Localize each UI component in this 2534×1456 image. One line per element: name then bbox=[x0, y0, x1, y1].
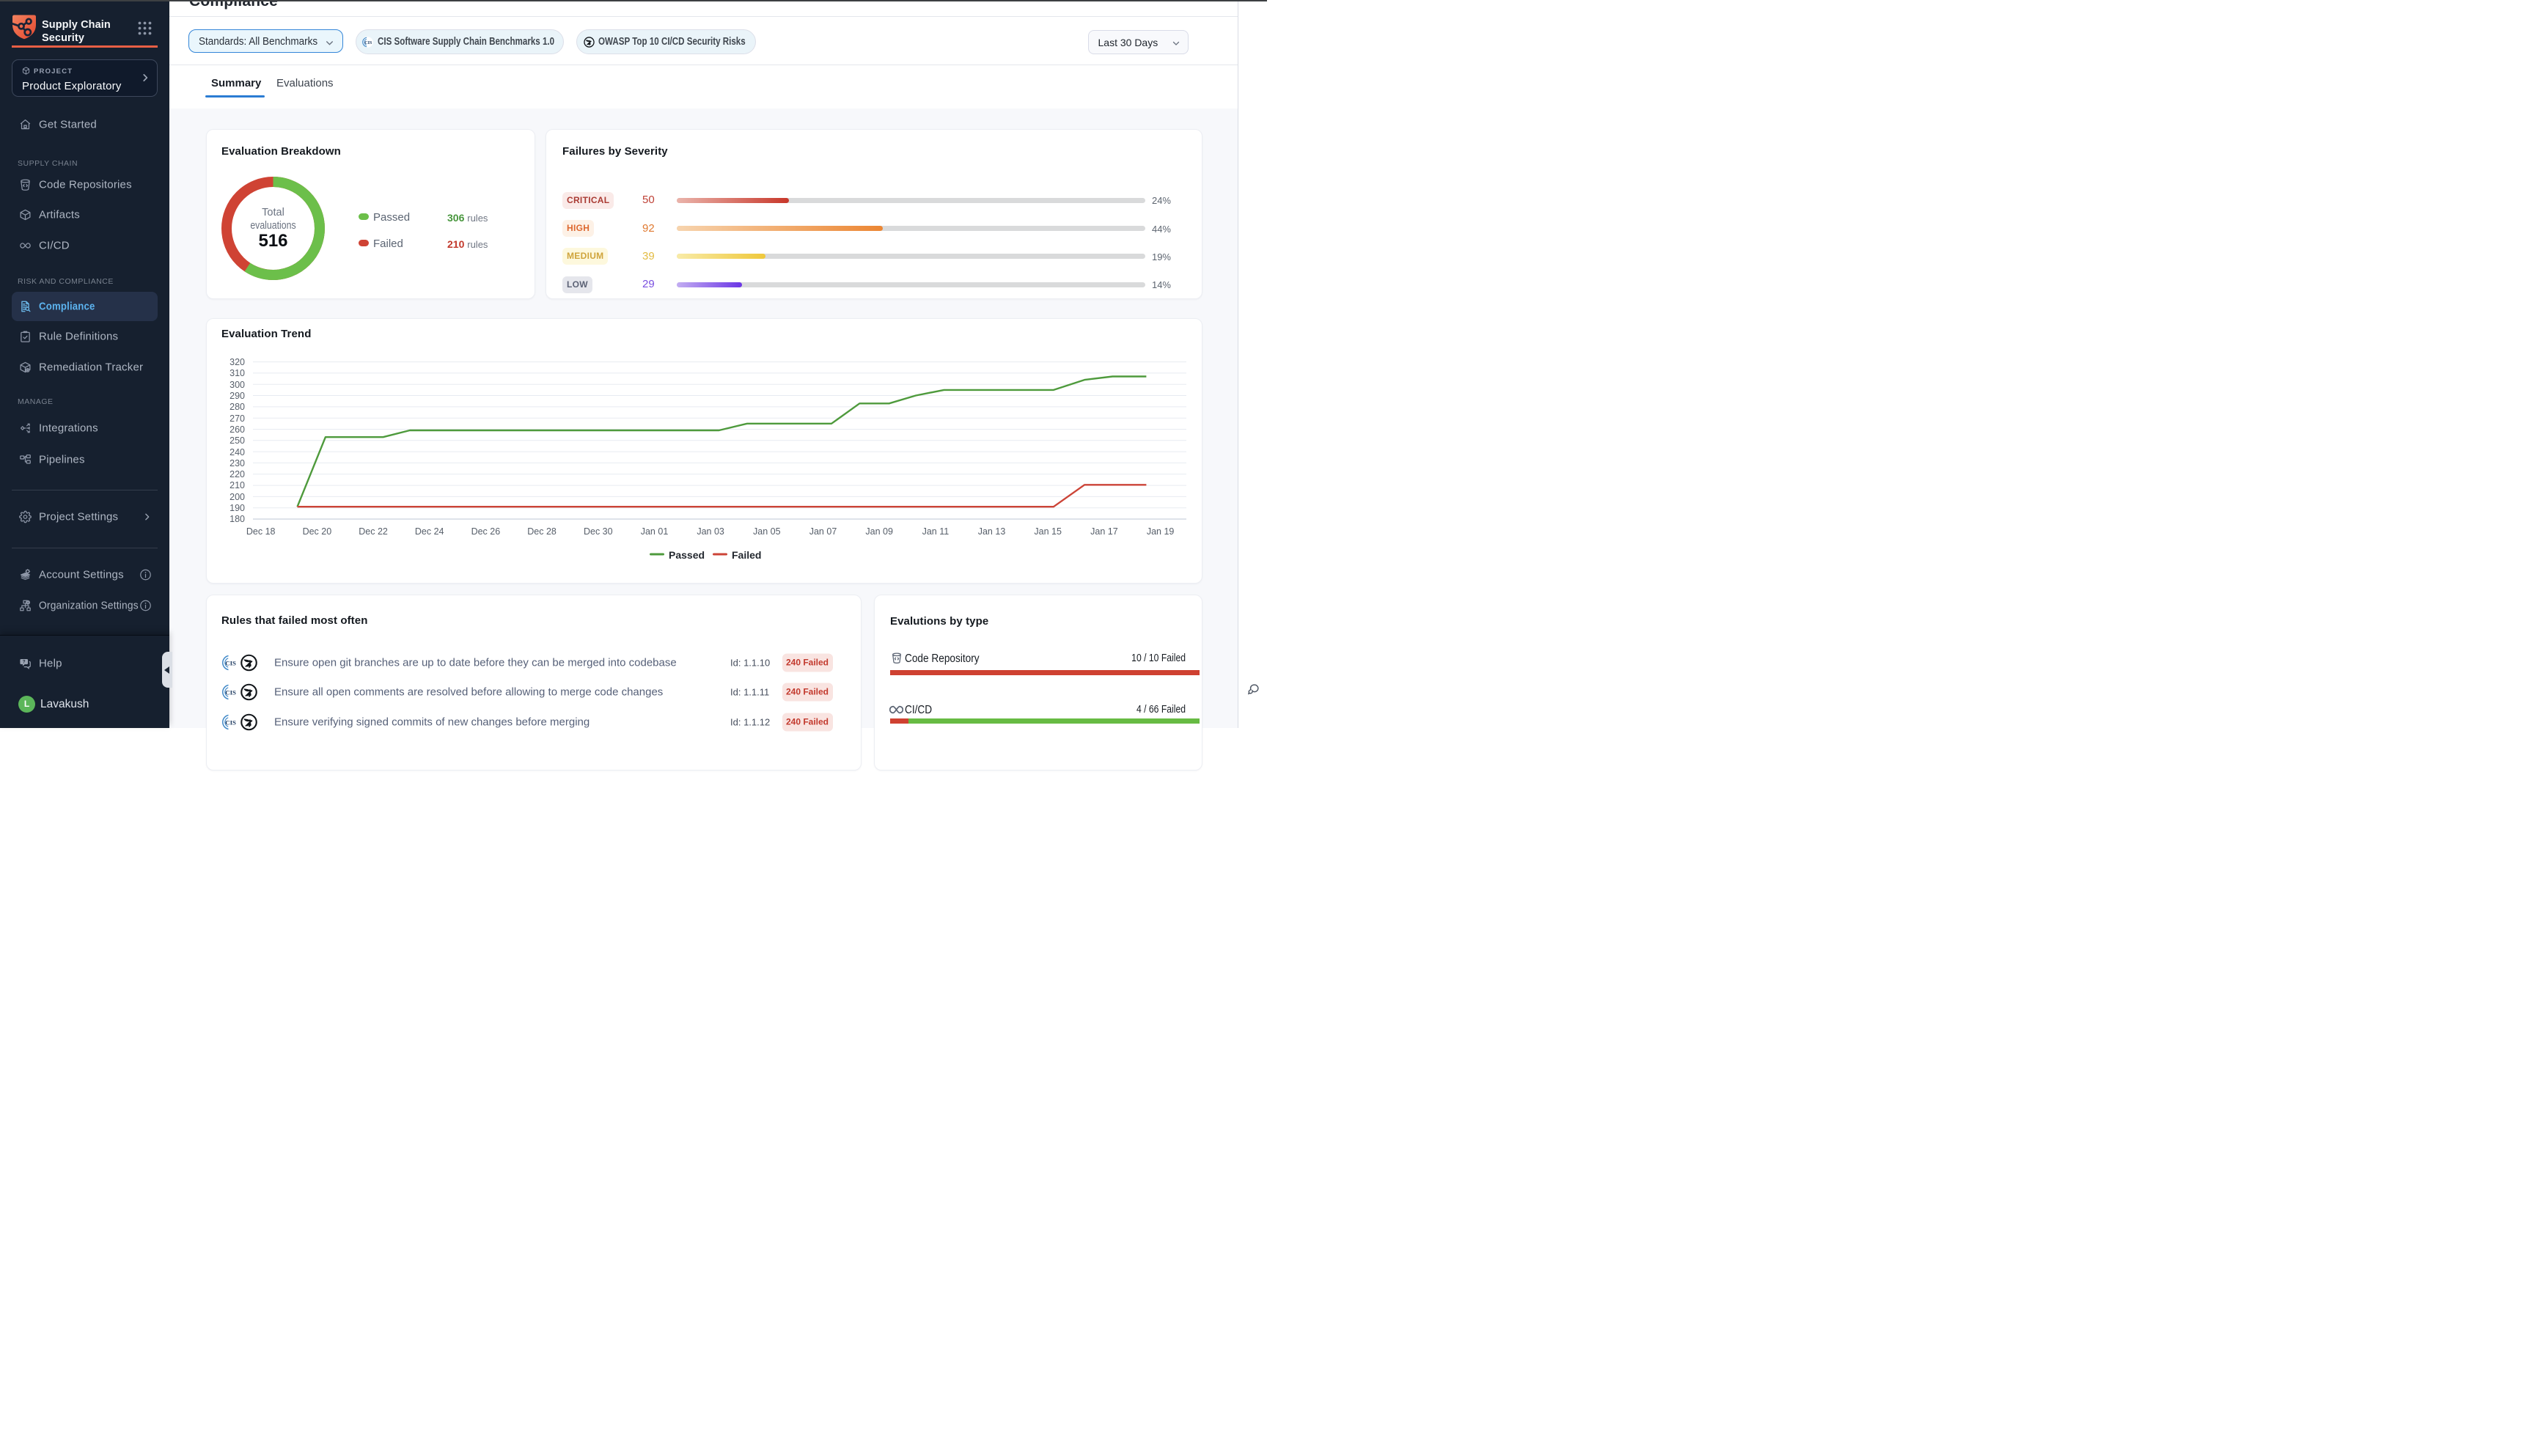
svg-text:CIS: CIS bbox=[364, 40, 372, 45]
svg-text:?: ? bbox=[23, 660, 26, 665]
svg-text:CIS: CIS bbox=[225, 659, 236, 666]
svg-text:CIS: CIS bbox=[225, 689, 236, 696]
svg-text:CIS: CIS bbox=[225, 718, 236, 726]
